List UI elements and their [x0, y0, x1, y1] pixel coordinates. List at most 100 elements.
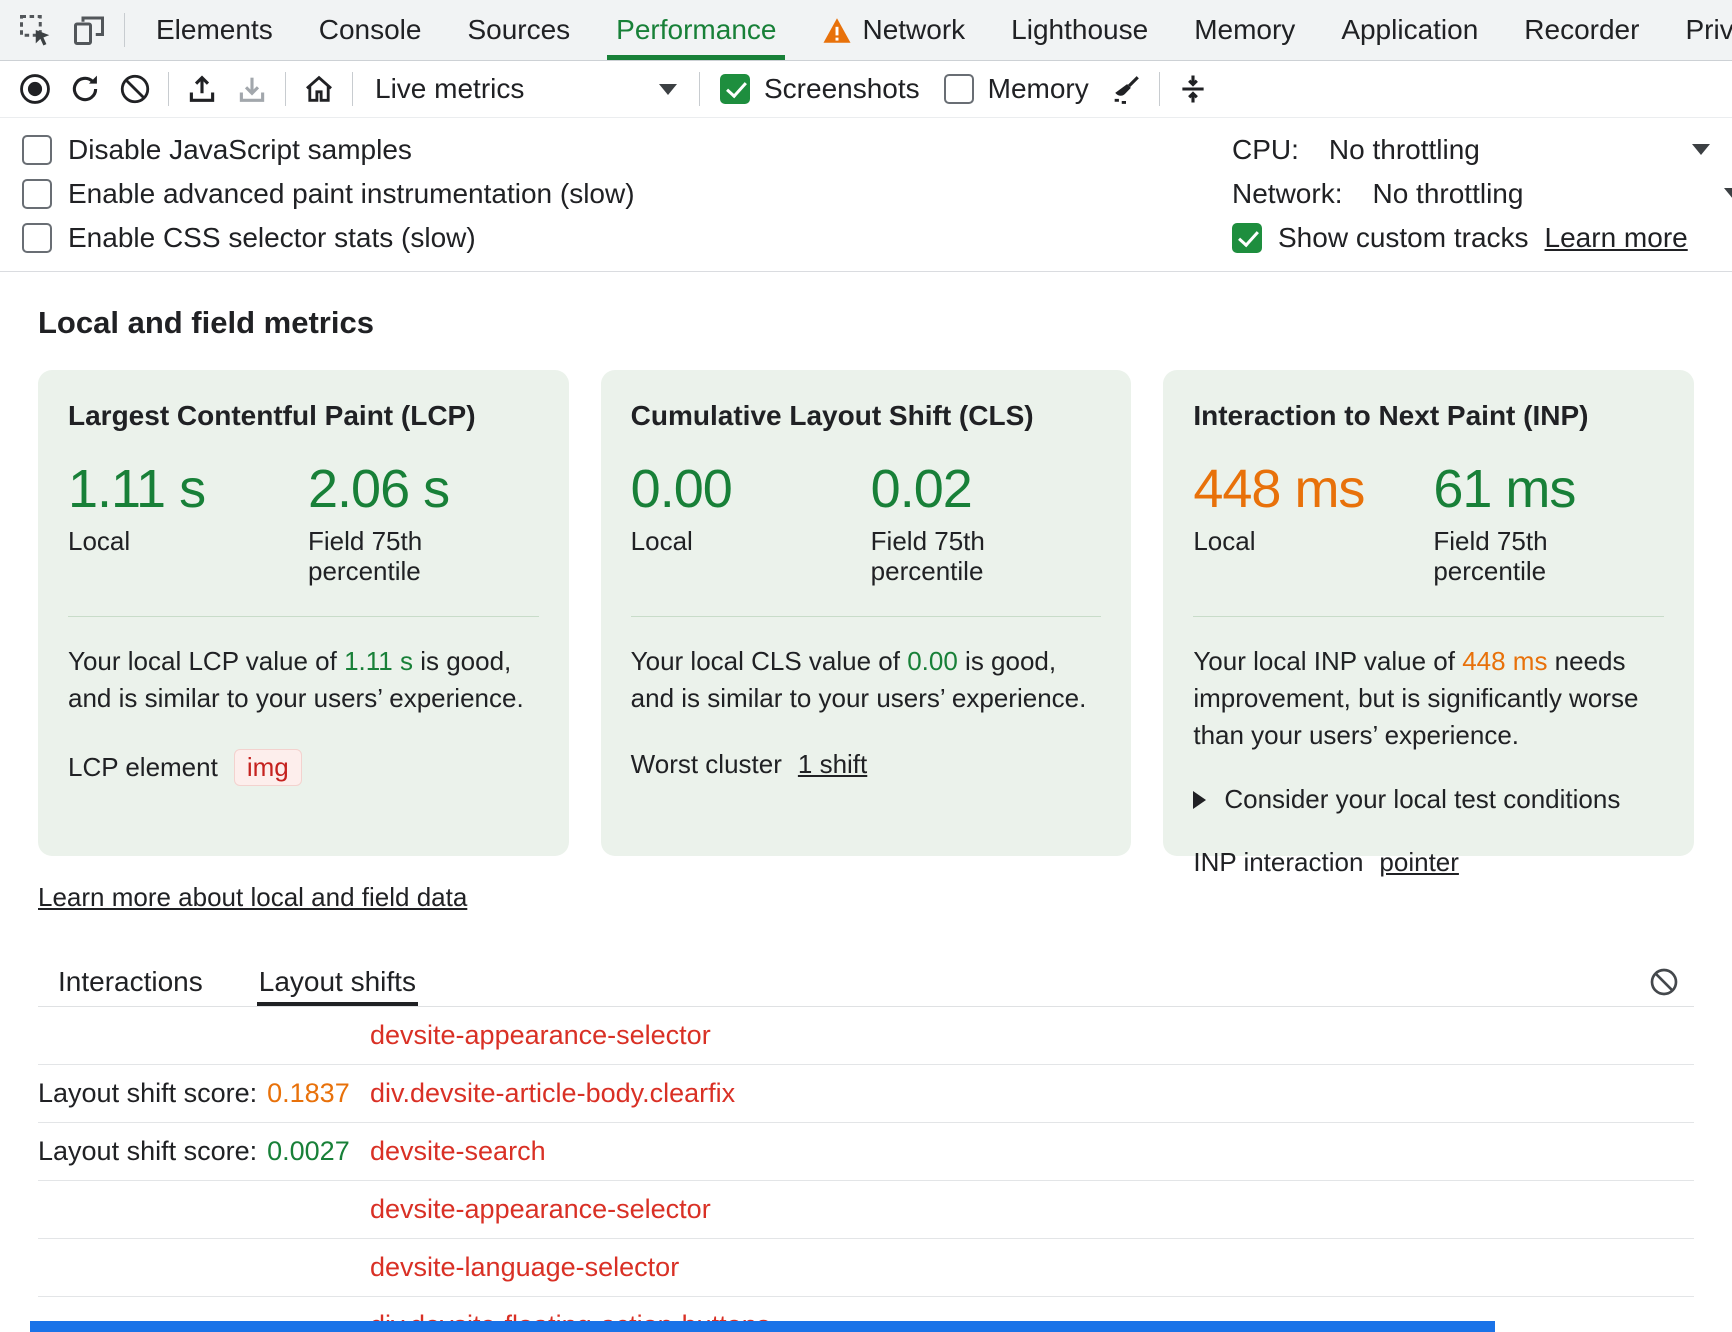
- selector-link[interactable]: devsite-appearance-selector: [370, 1020, 711, 1051]
- page-title: Local and field metrics: [38, 306, 1694, 340]
- tab-interactions[interactable]: Interactions: [58, 957, 203, 1006]
- devtools-window: Elements Console Sources Performance Net…: [0, 0, 1732, 1332]
- advanced-paint-row[interactable]: Enable advanced paint instrumentation (s…: [22, 172, 635, 216]
- cls-card: Cumulative Layout Shift (CLS) 0.00 Local…: [601, 370, 1132, 856]
- divider: [168, 72, 169, 106]
- selector-link[interactable]: div.devsite-article-body.clearfix: [370, 1078, 735, 1109]
- screenshots-toggle[interactable]: Screenshots: [708, 73, 932, 105]
- load-profile-button[interactable]: [177, 65, 227, 113]
- disable-js-samples-checkbox[interactable]: [22, 135, 52, 165]
- inspect-icon: [17, 12, 53, 48]
- home-icon: [302, 72, 336, 106]
- layout-shift-row: Layout shift score: 0.0027 devsite-searc…: [38, 1123, 1694, 1181]
- expander-triangle-icon: [1193, 791, 1206, 809]
- local-test-conditions-expander[interactable]: Consider your local test conditions: [1193, 784, 1664, 815]
- selector-link[interactable]: devsite-language-selector: [370, 1252, 679, 1283]
- inp-field-label: Field 75th percentile: [1433, 526, 1583, 586]
- tab-lighthouse[interactable]: Lighthouse: [988, 0, 1171, 60]
- chevron-down-icon: [659, 84, 677, 95]
- tab-network[interactable]: Network: [799, 0, 988, 60]
- divider: [285, 72, 286, 106]
- device-toolbar-button[interactable]: [62, 0, 116, 60]
- cpu-throttling-row: CPU: No throttling: [1232, 128, 1732, 172]
- show-custom-tracks-checkbox[interactable]: [1232, 223, 1262, 253]
- tab-application[interactable]: Application: [1318, 0, 1501, 60]
- css-selector-stats-checkbox[interactable]: [22, 223, 52, 253]
- clear-button[interactable]: [110, 65, 160, 113]
- score-value: 0.0027: [267, 1136, 350, 1167]
- tab-elements[interactable]: Elements: [133, 0, 296, 60]
- divider: [1159, 72, 1160, 106]
- lcp-local-label: Local: [68, 526, 308, 556]
- clear-icon: [1648, 966, 1680, 998]
- field-data-learn-more-link[interactable]: Learn more about local and field data: [38, 882, 467, 912]
- lcp-field-label: Field 75th percentile: [308, 526, 458, 586]
- throttling-settings: CPU: No throttling Network: No throttlin…: [1232, 128, 1732, 257]
- screenshots-checkbox[interactable]: [720, 74, 750, 104]
- record-and-reload-button[interactable]: [60, 65, 110, 113]
- devtools-tabbar: Elements Console Sources Performance Net…: [0, 0, 1732, 61]
- layout-shift-row: devsite-language-selector: [38, 1239, 1694, 1297]
- cls-local-value: 0.00: [631, 460, 871, 518]
- cls-shift-link[interactable]: 1 shift: [798, 749, 867, 780]
- tab-layout-shifts[interactable]: Layout shifts: [259, 957, 416, 1006]
- page-selection-bar: [30, 1321, 1495, 1332]
- layout-shift-row: Layout shift score: 0.1837 div.devsite-a…: [38, 1065, 1694, 1123]
- cpu-throttling-select[interactable]: No throttling: [1329, 134, 1480, 166]
- tab-console[interactable]: Console: [296, 0, 445, 60]
- layout-shift-row: devsite-appearance-selector: [38, 1007, 1694, 1065]
- cls-field-value: 0.02: [871, 460, 1021, 518]
- divider: [631, 616, 1102, 617]
- selector-link[interactable]: devsite-appearance-selector: [370, 1194, 711, 1225]
- lcp-card: Largest Contentful Paint (LCP) 1.11 s Lo…: [38, 370, 569, 856]
- lcp-field-value: 2.06 s: [308, 460, 458, 518]
- css-selector-stats-row[interactable]: Enable CSS selector stats (slow): [22, 216, 635, 260]
- selector-link[interactable]: devsite-search: [370, 1136, 546, 1167]
- tab-privacy-sandbox[interactable]: Privacy Sand: [1662, 0, 1732, 60]
- divider: [68, 616, 539, 617]
- performance-toolbar: Live metrics Screenshots Memory: [0, 61, 1732, 118]
- inp-card-title: Interaction to Next Paint (INP): [1193, 400, 1664, 432]
- live-metrics-select[interactable]: Live metrics: [361, 73, 691, 105]
- inspect-element-button[interactable]: [8, 0, 62, 60]
- memory-checkbox[interactable]: [944, 74, 974, 104]
- inp-interaction-link[interactable]: pointer: [1379, 847, 1459, 878]
- live-metrics-home-button[interactable]: [294, 65, 344, 113]
- upload-icon: [185, 72, 219, 106]
- tab-recorder[interactable]: Recorder: [1501, 0, 1662, 60]
- custom-tracks-learn-more-link[interactable]: Learn more: [1545, 222, 1688, 254]
- show-custom-tracks-row[interactable]: Show custom tracks Learn more: [1232, 216, 1732, 260]
- inp-field-value: 61 ms: [1433, 460, 1583, 518]
- collect-garbage-button[interactable]: [1101, 65, 1151, 113]
- log-tabbar: Interactions Layout shifts: [38, 957, 1694, 1007]
- save-profile-button[interactable]: [227, 65, 277, 113]
- lcp-element-link[interactable]: img: [234, 749, 302, 786]
- lcp-local-value: 1.11 s: [68, 460, 308, 518]
- memory-toggle[interactable]: Memory: [932, 73, 1101, 105]
- device-toolbar-icon: [71, 12, 107, 48]
- reload-icon: [68, 72, 102, 106]
- capture-settings-checkboxes: Disable JavaScript samples Enable advanc…: [22, 128, 635, 257]
- tab-memory[interactable]: Memory: [1171, 0, 1318, 60]
- layout-shifts-table: devsite-appearance-selector Layout shift…: [38, 1007, 1694, 1332]
- cls-card-title: Cumulative Layout Shift (CLS): [631, 400, 1102, 432]
- advanced-paint-checkbox[interactable]: [22, 179, 52, 209]
- network-throttling-select[interactable]: No throttling: [1372, 178, 1523, 210]
- compress-arrows-icon: [1176, 72, 1210, 106]
- clear-icon: [118, 72, 152, 106]
- clear-log-button[interactable]: [1648, 966, 1680, 998]
- lcp-element-label: LCP element: [68, 752, 218, 783]
- record-button[interactable]: [10, 65, 60, 113]
- disable-js-samples-row[interactable]: Disable JavaScript samples: [22, 128, 635, 172]
- metric-cards: Largest Contentful Paint (LCP) 1.11 s Lo…: [38, 370, 1694, 856]
- compress-arrows-button[interactable]: [1168, 65, 1218, 113]
- tab-performance[interactable]: Performance: [593, 0, 799, 60]
- garbage-broom-icon: [1109, 72, 1143, 106]
- cls-local-label: Local: [631, 526, 871, 556]
- cls-description: Your local CLS value of 0.00 is good, an…: [631, 643, 1102, 717]
- score-value: 0.1837: [267, 1078, 350, 1109]
- cls-field-label: Field 75th percentile: [871, 526, 1021, 586]
- inp-description: Your local INP value of 448 ms needs imp…: [1193, 643, 1664, 754]
- chevron-down-icon: [1724, 188, 1732, 199]
- tab-sources[interactable]: Sources: [444, 0, 593, 60]
